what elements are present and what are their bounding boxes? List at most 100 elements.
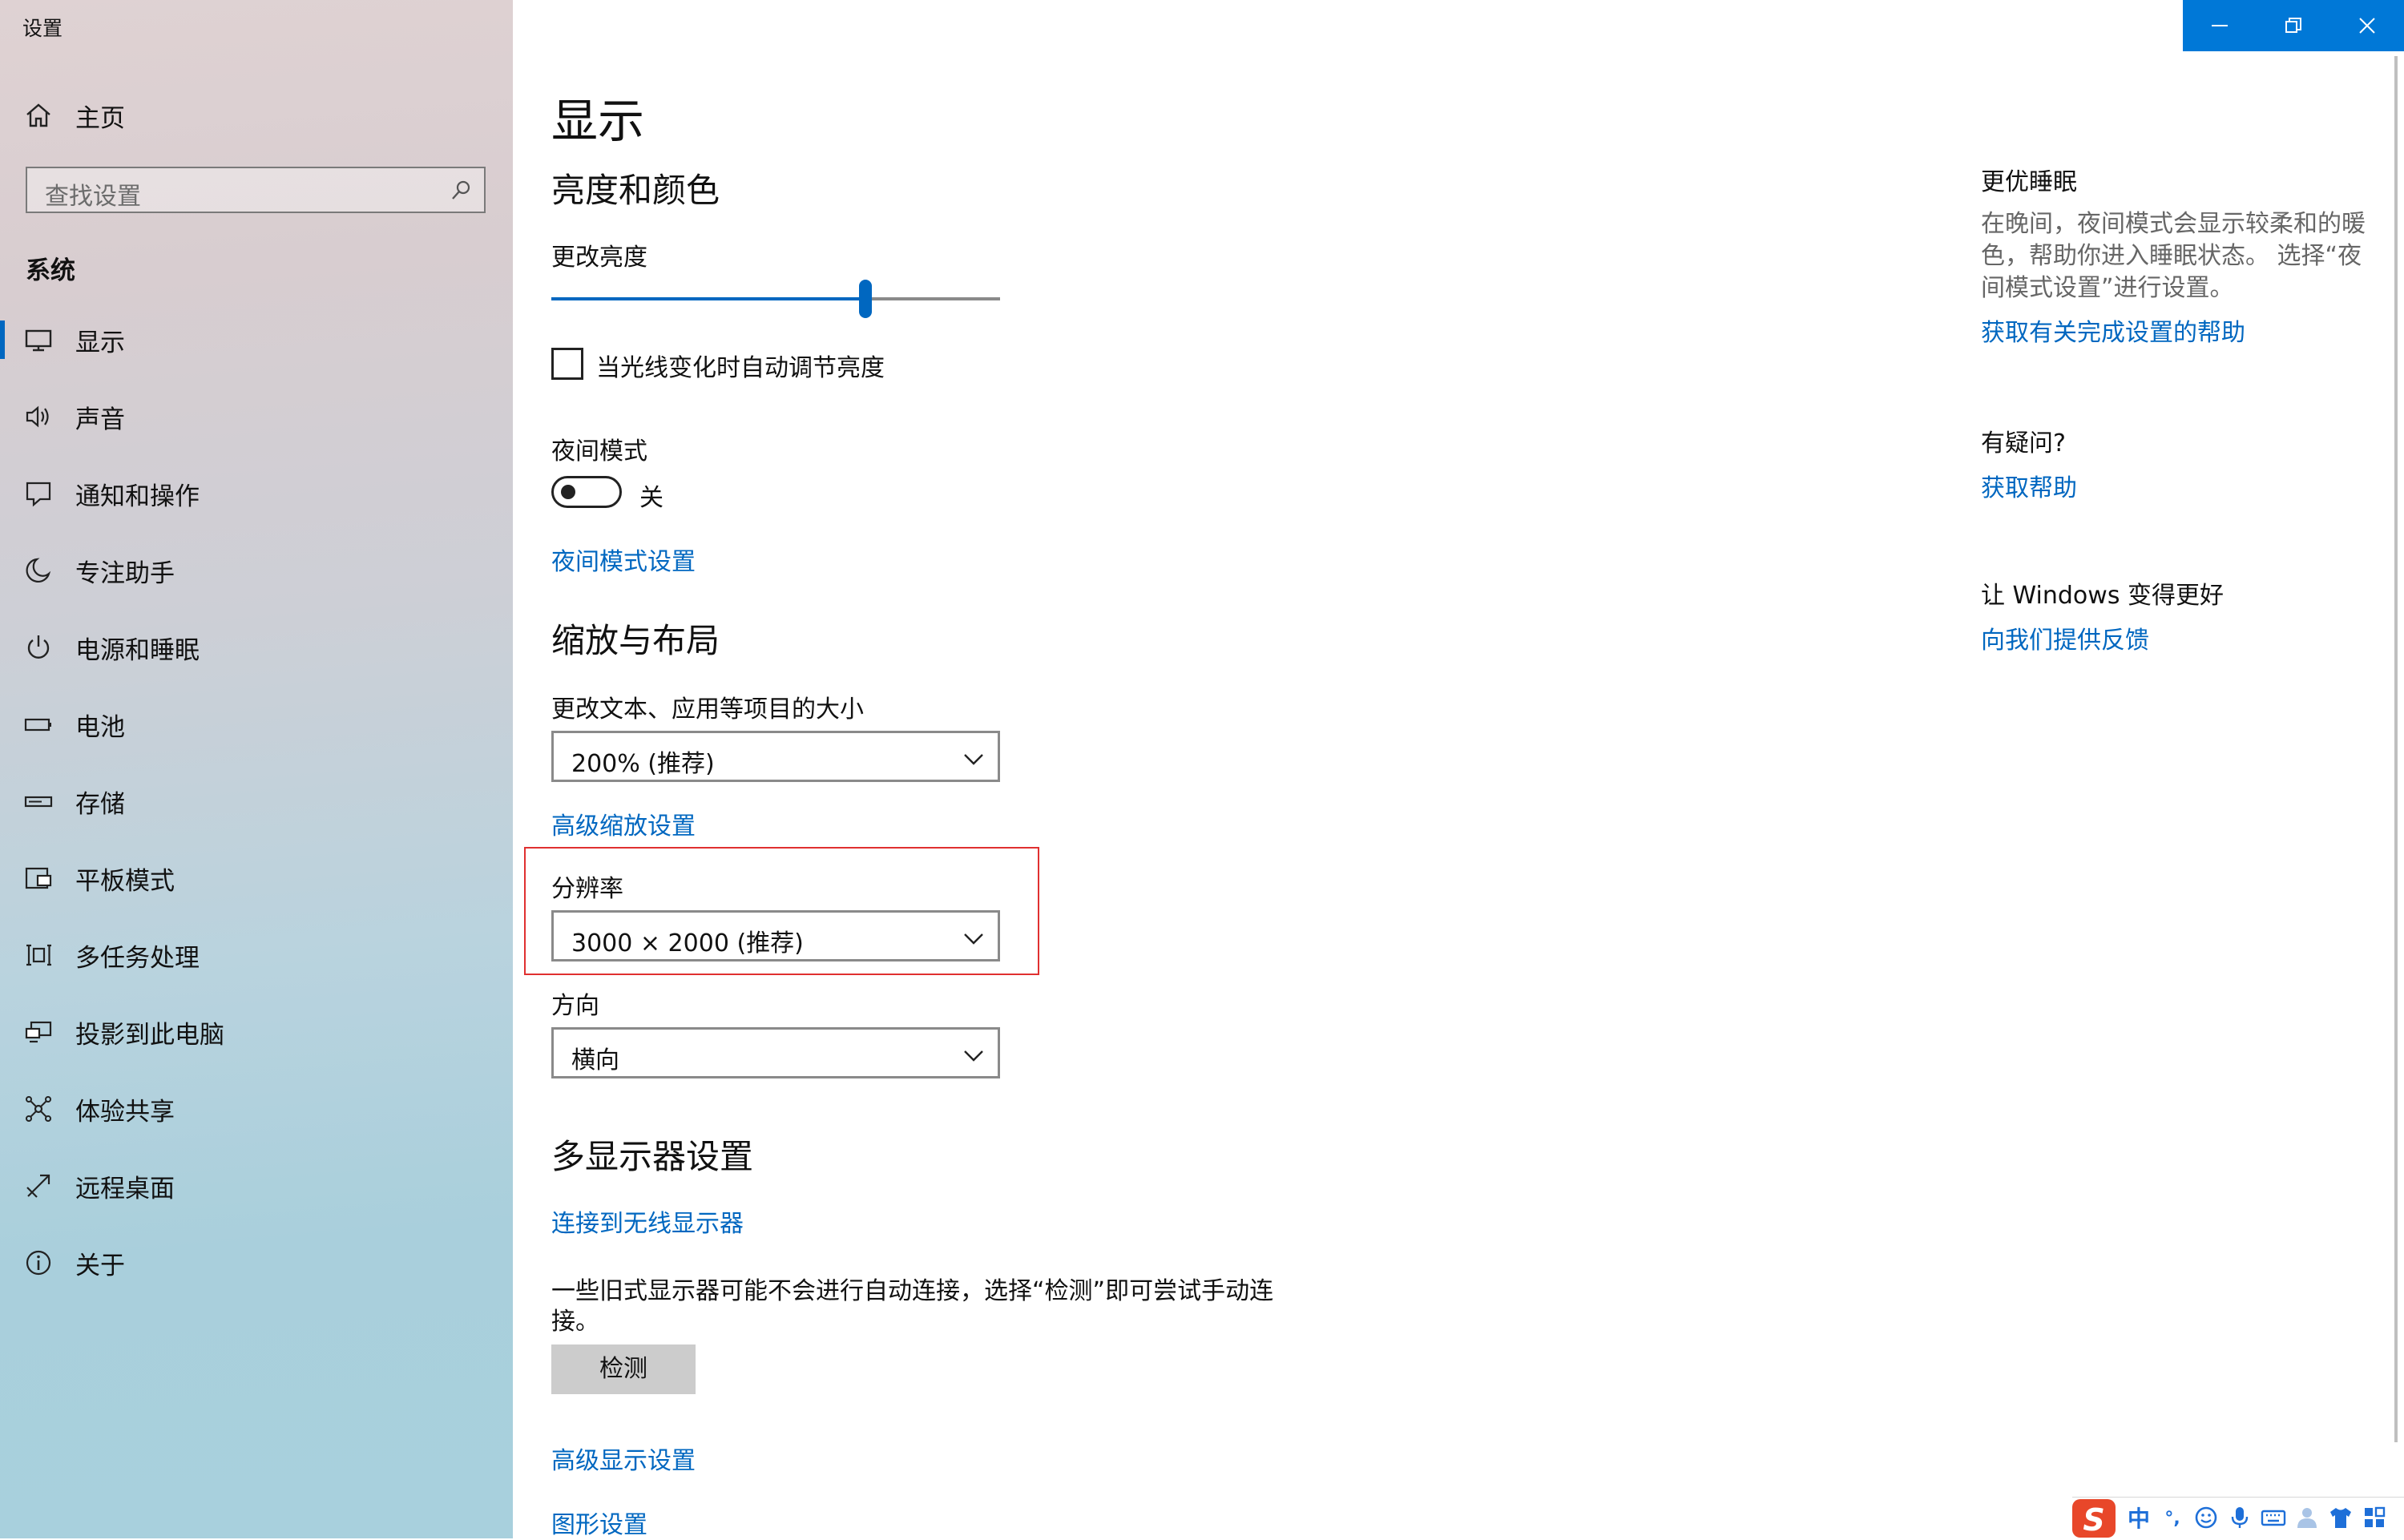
section-label-system: 系统 bbox=[26, 256, 75, 285]
home-icon bbox=[24, 101, 53, 130]
close-button[interactable] bbox=[2330, 0, 2404, 51]
scale-label: 更改文本、应用等项目的大小 bbox=[551, 695, 864, 724]
sidebar-item-label: 电源和睡眠 bbox=[75, 636, 200, 665]
night-light-state: 关 bbox=[639, 484, 664, 512]
emoji-icon[interactable] bbox=[2192, 1506, 2220, 1533]
sidebar-item-label: 专注助手 bbox=[75, 559, 175, 588]
sidebar-item-label: 存储 bbox=[75, 790, 125, 819]
sidebar-item-home[interactable]: 主页 bbox=[0, 80, 513, 151]
sidebar-item-label: 投影到此电脑 bbox=[75, 1021, 224, 1050]
get-help-link[interactable]: 获取帮助 bbox=[1981, 468, 2077, 503]
page-title: 显示 bbox=[551, 94, 645, 148]
app-title: 设置 bbox=[22, 17, 63, 40]
active-indicator bbox=[0, 320, 5, 359]
microphone-icon[interactable] bbox=[2226, 1506, 2253, 1533]
chevron-down-icon bbox=[964, 1050, 983, 1062]
advanced-scaling-link[interactable]: 高级缩放设置 bbox=[551, 806, 696, 841]
project-icon bbox=[24, 1018, 53, 1046]
sidebar-item-label: 通知和操作 bbox=[75, 482, 200, 511]
slider-thumb[interactable] bbox=[859, 280, 872, 318]
sidebar-item-battery[interactable]: 电池 bbox=[0, 689, 513, 760]
sidebar-item-label: 平板模式 bbox=[75, 867, 175, 896]
sidebar-item-display[interactable]: 显示 bbox=[0, 304, 513, 375]
scale-value: 200% (推荐) bbox=[571, 750, 715, 778]
battery-icon bbox=[24, 710, 53, 739]
orientation-value: 横向 bbox=[571, 1046, 619, 1074]
restore-button[interactable] bbox=[2257, 0, 2330, 51]
search-input[interactable]: 查找设置 bbox=[26, 167, 486, 213]
resolution-value: 3000 × 2000 (推荐) bbox=[571, 929, 804, 957]
ime-language-mode[interactable]: 中 bbox=[2125, 1506, 2152, 1533]
sleep-heading: 更优睡眠 bbox=[1981, 168, 2077, 196]
sidebar-item-storage[interactable]: 存储 bbox=[0, 766, 513, 837]
sidebar-item-label: 声音 bbox=[75, 405, 125, 434]
advanced-display-link[interactable]: 高级显示设置 bbox=[551, 1441, 696, 1476]
graphics-settings-link[interactable]: 图形设置 bbox=[551, 1505, 647, 1540]
power-icon bbox=[24, 633, 53, 662]
sidebar-item-focus-assist[interactable]: 专注助手 bbox=[0, 535, 513, 606]
ime-punctuation[interactable]: °, bbox=[2159, 1506, 2186, 1533]
sidebar-item-project[interactable]: 投影到此电脑 bbox=[0, 997, 513, 1067]
search-placeholder: 查找设置 bbox=[45, 183, 141, 211]
restore-icon bbox=[2285, 18, 2301, 33]
speaker-icon bbox=[24, 402, 53, 431]
night-light-settings-link[interactable]: 夜间模式设置 bbox=[551, 542, 696, 577]
storage-icon bbox=[24, 787, 53, 816]
auto-brightness-label: 当光线变化时自动调节亮度 bbox=[596, 354, 885, 382]
sidebar-item-remote-desktop[interactable]: 远程桌面 bbox=[0, 1151, 513, 1221]
sidebar-item-notifications[interactable]: 通知和操作 bbox=[0, 458, 513, 529]
remote-icon bbox=[24, 1171, 53, 1200]
share-icon bbox=[24, 1095, 53, 1123]
detect-button[interactable]: 检测 bbox=[551, 1344, 696, 1394]
feedback-link[interactable]: 向我们提供反馈 bbox=[1981, 620, 2149, 655]
skin-icon[interactable] bbox=[2327, 1506, 2354, 1533]
ime-toolbar: S 中 °, bbox=[2072, 1497, 2404, 1539]
night-light-label: 夜间模式 bbox=[551, 437, 647, 466]
sidebar-item-label: 体验共享 bbox=[75, 1098, 175, 1127]
sidebar-item-label: 关于 bbox=[75, 1252, 125, 1280]
ime-logo[interactable]: S bbox=[2072, 1499, 2116, 1538]
tablet-icon bbox=[24, 864, 53, 893]
question-heading: 有疑问? bbox=[1981, 429, 2066, 458]
sidebar: 设置 主页 查找设置 系统 显示 声音 通知和操作 专注助手 电源和睡眠 电池 … bbox=[0, 0, 513, 1538]
wireless-display-link[interactable]: 连接到无线显示器 bbox=[551, 1203, 744, 1239]
section-heading-multi-display: 多显示器设置 bbox=[551, 1137, 754, 1176]
setup-help-link[interactable]: 获取有关完成设置的帮助 bbox=[1981, 312, 2245, 348]
window-controls bbox=[2183, 0, 2404, 51]
scrollbar[interactable] bbox=[2394, 56, 2398, 1442]
resolution-label: 分辨率 bbox=[551, 875, 623, 903]
sidebar-item-tablet-mode[interactable]: 平板模式 bbox=[0, 843, 513, 913]
auto-brightness-checkbox[interactable] bbox=[551, 348, 583, 380]
info-icon bbox=[24, 1248, 53, 1277]
toolbox-icon[interactable] bbox=[2361, 1506, 2388, 1533]
search-icon bbox=[449, 179, 473, 203]
sidebar-item-power[interactable]: 电源和睡眠 bbox=[0, 612, 513, 683]
detect-description-line2: 接。 bbox=[551, 1308, 599, 1336]
user-icon[interactable] bbox=[2293, 1506, 2321, 1533]
chevron-down-icon bbox=[964, 933, 983, 945]
resolution-dropdown[interactable]: 3000 × 2000 (推荐) bbox=[551, 910, 1000, 961]
chevron-down-icon bbox=[964, 754, 983, 765]
detect-description-line1: 一些旧式显示器可能不会进行自动连接，选择“检测”即可尝试手动连 bbox=[551, 1277, 1274, 1305]
minimize-button[interactable] bbox=[2183, 0, 2257, 51]
monitor-icon bbox=[24, 325, 53, 354]
sidebar-item-label: 显示 bbox=[75, 329, 125, 357]
sidebar-item-shared-experiences[interactable]: 体验共享 bbox=[0, 1074, 513, 1144]
night-light-toggle[interactable] bbox=[551, 476, 622, 508]
sidebar-item-multitasking[interactable]: 多任务处理 bbox=[0, 920, 513, 990]
close-icon bbox=[2359, 18, 2375, 34]
keyboard-icon[interactable] bbox=[2260, 1506, 2287, 1533]
moon-icon bbox=[24, 556, 53, 585]
section-heading-brightness: 亮度和颜色 bbox=[551, 171, 720, 210]
sidebar-item-sound[interactable]: 声音 bbox=[0, 381, 513, 452]
sidebar-item-label: 多任务处理 bbox=[75, 944, 200, 973]
orientation-dropdown[interactable]: 横向 bbox=[551, 1027, 1000, 1078]
multitask-icon bbox=[24, 941, 53, 970]
notification-icon bbox=[24, 479, 53, 508]
sidebar-item-about[interactable]: 关于 bbox=[0, 1228, 513, 1298]
sidebar-item-label: 远程桌面 bbox=[75, 1175, 175, 1203]
sidebar-item-label: 电池 bbox=[75, 713, 125, 742]
scale-dropdown[interactable]: 200% (推荐) bbox=[551, 731, 1000, 782]
toggle-knob bbox=[561, 485, 575, 499]
sidebar-item-label: 主页 bbox=[75, 104, 125, 133]
